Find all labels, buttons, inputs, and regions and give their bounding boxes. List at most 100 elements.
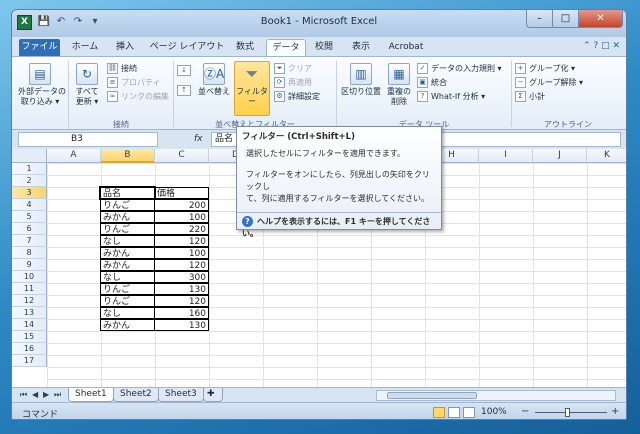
column-header-k[interactable]: K <box>587 149 626 163</box>
row-header-2[interactable]: 2 <box>12 175 47 187</box>
zoom-level[interactable]: 100% <box>481 407 507 417</box>
table-cell-name[interactable]: みかん <box>100 211 155 223</box>
column-header-a[interactable]: A <box>47 149 101 163</box>
column-header-c[interactable]: C <box>155 149 209 163</box>
sort-button[interactable]: ⓏA 並べ替え <box>198 63 230 97</box>
consolidate-button[interactable]: ▣ 統合 <box>417 77 447 88</box>
table-cell-name[interactable]: なし <box>100 271 155 283</box>
table-cell-price[interactable]: 130 <box>154 319 209 331</box>
sheet-nav-last-icon[interactable]: ⏭ <box>54 390 61 400</box>
row-header-15[interactable]: 15 <box>12 331 47 343</box>
page-layout-view-icon[interactable] <box>448 407 460 418</box>
maximize-button[interactable]: □ <box>553 10 579 28</box>
insert-function-icon[interactable]: fx <box>194 134 203 144</box>
sheet-nav-first-icon[interactable]: ⏮ <box>20 390 27 400</box>
row-header-10[interactable]: 10 <box>12 271 47 283</box>
zoom-in-button[interactable]: + <box>611 406 619 417</box>
filter-button-content[interactable]: ⏷ フィルター <box>234 63 270 107</box>
tab-acrobat[interactable]: Acrobat <box>383 39 429 57</box>
tab-page-layout[interactable]: ページ レイアウト <box>147 39 227 57</box>
table-cell-name[interactable]: りんご <box>100 283 155 295</box>
reapply-button[interactable]: ⟳ 再適用 <box>274 77 312 88</box>
table-cell-price[interactable]: 130 <box>154 283 209 295</box>
column-header-j[interactable]: J <box>533 149 587 163</box>
insert-sheet-icon[interactable]: ✚ <box>203 388 223 402</box>
minimize-button[interactable]: – <box>526 10 553 28</box>
page-break-view-icon[interactable] <box>463 407 475 418</box>
row-header-7[interactable]: 7 <box>12 235 47 247</box>
sheet-nav-next-icon[interactable]: ▶ <box>43 390 49 399</box>
table-cell-price[interactable]: 160 <box>154 307 209 319</box>
row-header-16[interactable]: 16 <box>12 343 47 355</box>
zoom-slider-thumb[interactable] <box>565 408 570 417</box>
name-box[interactable]: B3 <box>18 132 158 147</box>
row-header-13[interactable]: 13 <box>12 307 47 319</box>
table-cell-price[interactable]: 120 <box>154 259 209 271</box>
sheet-nav-prev-icon[interactable]: ◀ <box>32 390 38 399</box>
select-all-corner[interactable] <box>12 149 47 163</box>
ungroup-button[interactable]: − グループ解除 ▾ <box>515 77 583 88</box>
row-header-3[interactable]: 3 <box>12 187 47 199</box>
row-header-11[interactable]: 11 <box>12 283 47 295</box>
tab-insert[interactable]: 挿入 <box>108 39 142 57</box>
what-if-analysis-button[interactable]: ? What-If 分析 ▾ <box>417 91 485 102</box>
table-cell-name[interactable]: なし <box>100 307 155 319</box>
sort-asc-button[interactable]: ↓ <box>177 65 194 76</box>
table-cell-name[interactable]: なし <box>100 235 155 247</box>
ribbon-window-controls[interactable]: ⌃ ? □ ✕ <box>583 41 620 51</box>
sheet-tab-sheet2[interactable]: Sheet2 <box>113 388 159 402</box>
row-header-8[interactable]: 8 <box>12 247 47 259</box>
tab-review[interactable]: 校閲 <box>311 39 337 57</box>
row-header-17[interactable]: 17 <box>12 355 47 367</box>
row-header-9[interactable]: 9 <box>12 259 47 271</box>
text-to-columns-button[interactable]: ▥ 区切り位置 <box>340 63 382 97</box>
remove-duplicates-button[interactable]: ▦ 重複の 削除 <box>384 63 414 107</box>
column-header-b[interactable]: B <box>101 149 155 163</box>
zoom-out-button[interactable]: − <box>521 406 529 417</box>
tab-home[interactable]: ホーム <box>66 39 104 57</box>
table-cell-price[interactable]: 100 <box>154 247 209 259</box>
sheet-tab-sheet3[interactable]: Sheet3 <box>158 388 204 402</box>
table-cell-name[interactable]: りんご <box>100 199 155 211</box>
sort-desc-button[interactable]: ↑ <box>177 85 194 96</box>
advanced-filter-button[interactable]: ⚙ 詳細設定 <box>274 91 320 102</box>
table-cell-price[interactable]: 120 <box>154 235 209 247</box>
refresh-all-button[interactable]: ↻ すべて 更新 ▾ <box>72 63 102 107</box>
zoom-slider[interactable] <box>535 412 607 413</box>
data-validation-button[interactable]: ✓ データの入力規則 ▾ <box>417 63 502 74</box>
row-header-6[interactable]: 6 <box>12 223 47 235</box>
row-header-12[interactable]: 12 <box>12 295 47 307</box>
tab-data[interactable]: データ <box>266 39 306 57</box>
normal-view-icon[interactable] <box>433 407 445 418</box>
table-cell-price[interactable]: 300 <box>154 271 209 283</box>
sheet-tab-sheet1[interactable]: Sheet1 <box>68 388 114 402</box>
row-header-14[interactable]: 14 <box>12 319 47 331</box>
cell-b3[interactable]: 品名 <box>99 186 156 200</box>
scrollbar-thumb[interactable] <box>387 392 477 399</box>
connections-button[interactable]: ⛓ 接続 <box>107 63 137 74</box>
clear-filter-button[interactable]: ⏷ クリア <box>274 63 312 74</box>
tab-formulas[interactable]: 数式 <box>230 39 260 57</box>
get-external-data-button[interactable]: ▤ 外部データの 取り込み ▾ <box>18 63 66 107</box>
subtotal-button[interactable]: Σ 小計 <box>515 91 545 102</box>
tab-file[interactable]: ファイル <box>19 39 60 57</box>
column-header-i[interactable]: I <box>479 149 533 163</box>
edit-links-button[interactable]: ∞ リンクの編集 <box>107 91 169 102</box>
table-cell-name[interactable]: りんご <box>100 223 155 235</box>
table-cell-price[interactable]: 120 <box>154 295 209 307</box>
row-header-5[interactable]: 5 <box>12 211 47 223</box>
horizontal-scrollbar[interactable] <box>376 390 616 401</box>
table-cell-name[interactable]: みかん <box>100 247 155 259</box>
properties-button[interactable]: ≡ プロパティ <box>107 77 161 88</box>
table-cell-price[interactable]: 200 <box>154 199 209 211</box>
close-button[interactable]: ✕ <box>579 10 623 28</box>
cell-c3[interactable]: 価格 <box>154 187 209 199</box>
group-button[interactable]: + グループ化 ▾ <box>515 63 575 74</box>
table-cell-name[interactable]: みかん <box>100 319 155 331</box>
row-header-4[interactable]: 4 <box>12 199 47 211</box>
table-cell-name[interactable]: りんご <box>100 295 155 307</box>
row-header-1[interactable]: 1 <box>12 163 47 175</box>
table-cell-price[interactable]: 220 <box>154 223 209 235</box>
table-cell-name[interactable]: みかん <box>100 259 155 271</box>
tab-view[interactable]: 表示 <box>346 39 376 57</box>
